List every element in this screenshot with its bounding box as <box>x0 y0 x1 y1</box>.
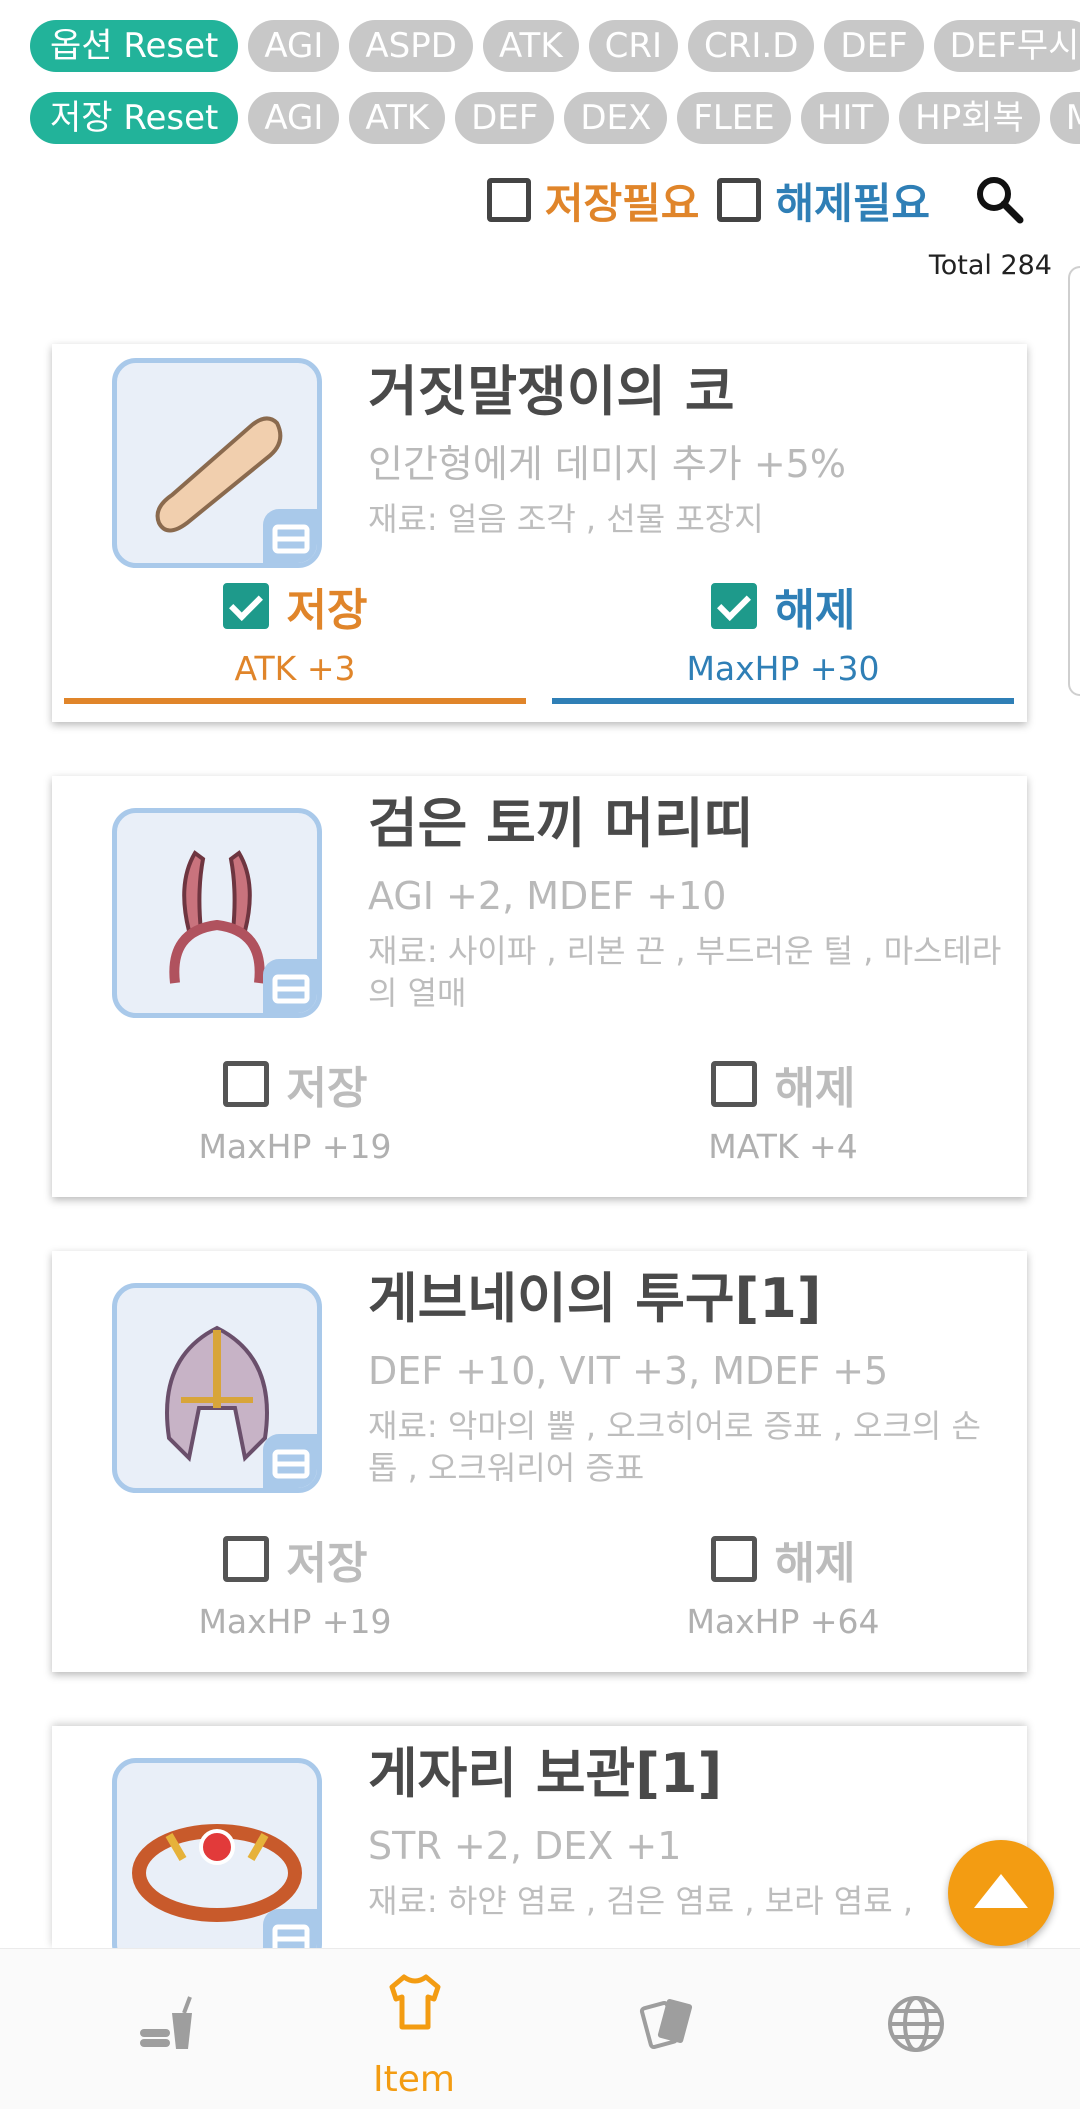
chip-atk[interactable]: ATK <box>349 92 446 144</box>
storage-icon <box>263 1909 317 1948</box>
store-checkbox[interactable] <box>222 583 269 629</box>
store-column: 저장 ATK +3 <box>64 576 526 704</box>
store-label: 저장 <box>286 1538 368 1589</box>
chip-atk[interactable]: ATK <box>482 20 579 72</box>
release-stat: MaxHP +64 <box>686 1602 880 1641</box>
release-label: 해제 <box>774 1538 856 1589</box>
store-toggle[interactable]: 저장 <box>64 1054 526 1114</box>
release-checkbox[interactable] <box>710 1536 757 1582</box>
arrow-up-icon <box>974 1874 1028 1908</box>
item-thumbnail <box>112 1758 322 1948</box>
store-stat: MaxHP +19 <box>198 1127 392 1166</box>
nav-tab-web[interactable] <box>815 1949 1015 2109</box>
item-materials: 재료: 사이파 , 리본 끈 , 부드러운 털 , 마스테라의 열매 <box>368 932 1002 1012</box>
nav-tab-item-label: Item <box>373 2059 455 2100</box>
store-label: 저장 <box>286 1063 368 1114</box>
store-stat: ATK +3 <box>234 649 356 688</box>
scrollbar[interactable] <box>1068 266 1080 696</box>
globe-icon <box>888 1996 944 2052</box>
filter-bar: 저장필요 해제필요 <box>486 170 1030 231</box>
item-materials: 재료: 얼음 조각 , 선물 포장지 <box>368 500 764 538</box>
release-label: 해제 <box>774 1063 856 1114</box>
item-materials: 재료: 악마의 뿔 , 오크히어로 증표 , 오크의 손톱 , 오크워리어 증표 <box>368 1407 981 1487</box>
nav-tab-cards[interactable] <box>566 1949 766 2109</box>
store-label: 저장 <box>286 585 368 636</box>
item-name: 게자리 보관[1] <box>368 1742 723 1805</box>
store-toggle[interactable]: 저장 <box>64 1529 526 1589</box>
release-stat: MATK +4 <box>708 1127 858 1166</box>
store-stat: MaxHP +19 <box>198 1602 392 1641</box>
storage-icon <box>263 1434 317 1488</box>
release-needed-label: 해제필요 <box>775 178 930 228</box>
chip-agi[interactable]: AGI <box>248 92 340 144</box>
release-toggle[interactable]: 해제 <box>552 576 1014 636</box>
chip-def[interactable]: DEF <box>824 20 924 72</box>
item-name: 검은 토끼 머리띠 <box>368 792 754 855</box>
release-toggle[interactable]: 해제 <box>552 1054 1014 1114</box>
nav-tab-food[interactable] <box>66 1949 266 2109</box>
shirt-icon <box>389 1974 441 2030</box>
chip-matk[interactable]: MATK <box>1049 92 1080 144</box>
chip-cri-d[interactable]: CRI.D <box>688 20 815 72</box>
store-column: 저장 MaxHP +19 <box>64 1054 526 1170</box>
item-effect: 인간형에게 데미지 추가 +5% <box>368 442 846 486</box>
release-label: 해제 <box>774 585 856 636</box>
item-effect: STR +2, DEX +1 <box>368 1824 682 1868</box>
chip-hit[interactable]: HIT <box>800 92 890 144</box>
store-filter-chips: 저장 Reset AGI ATK DEF DEX FLEE HIT HP회복 M… <box>0 90 1080 146</box>
store-toggle[interactable]: 저장 <box>64 576 526 636</box>
chip-flee[interactable]: FLEE <box>677 92 791 144</box>
release-underline <box>552 698 1014 704</box>
release-column: 해제 MaxHP +30 <box>552 576 1014 704</box>
item-thumbnail <box>112 808 322 1018</box>
store-checkbox[interactable] <box>222 1536 269 1582</box>
chip-hp-regen[interactable]: HP회복 <box>899 92 1040 144</box>
store-reset-chip[interactable]: 저장 Reset <box>30 92 239 144</box>
item-thumbnail <box>112 358 322 568</box>
item-name: 게브네이의 투구[1] <box>368 1267 822 1330</box>
item-card[interactable]: 게브네이의 투구[1] DEF +10, VIT +3, MDEF +5 재료:… <box>52 1251 1027 1672</box>
item-effect: AGI +2, MDEF +10 <box>368 874 727 918</box>
nav-tab-item[interactable]: Item <box>314 1949 514 2109</box>
chip-aspd[interactable]: ASPD <box>349 20 473 72</box>
total-count: Total 284 <box>928 250 1052 281</box>
release-needed-checkbox[interactable] <box>717 178 762 222</box>
release-column: 해제 MATK +4 <box>552 1054 1014 1170</box>
search-icon[interactable] <box>970 170 1030 230</box>
item-effect: DEF +10, VIT +3, MDEF +5 <box>368 1349 889 1393</box>
chip-agi[interactable]: AGI <box>248 20 340 72</box>
store-underline <box>64 698 526 704</box>
chip-dex[interactable]: DEX <box>564 92 668 144</box>
storage-icon <box>263 509 317 563</box>
item-card[interactable]: 게자리 보관[1] STR +2, DEX +1 재료: 하얀 염료 , 검은 … <box>52 1726 1027 1948</box>
option-reset-chip[interactable]: 옵션 Reset <box>30 20 239 72</box>
chip-def-ignore[interactable]: DEF무시 <box>933 20 1080 72</box>
store-column: 저장 MaxHP +19 <box>64 1529 526 1645</box>
store-needed-filter[interactable]: 저장필요 <box>486 170 700 231</box>
cards-icon <box>639 1998 693 2050</box>
item-materials: 재료: 하얀 염료 , 검은 염료 , 보라 염료 , <box>368 1882 914 1920</box>
release-toggle[interactable]: 해제 <box>552 1529 1014 1589</box>
store-needed-checkbox[interactable] <box>486 178 531 222</box>
item-card[interactable]: 거짓말쟁이의 코 인간형에게 데미지 추가 +5% 재료: 얼음 조각 , 선물… <box>52 344 1027 722</box>
chip-cri[interactable]: CRI <box>588 20 679 72</box>
release-stat: MaxHP +30 <box>686 649 880 688</box>
release-checkbox[interactable] <box>710 583 757 629</box>
item-thumbnail <box>112 1283 322 1493</box>
scroll-top-button[interactable] <box>948 1840 1054 1946</box>
food-icon <box>140 1996 192 2049</box>
item-card[interactable]: 검은 토끼 머리띠 AGI +2, MDEF +10 재료: 사이파 , 리본 … <box>52 776 1027 1197</box>
release-column: 해제 MaxHP +64 <box>552 1529 1014 1645</box>
chip-def[interactable]: DEF <box>455 92 555 144</box>
release-needed-filter[interactable]: 해제필요 <box>717 170 930 231</box>
item-name: 거짓말쟁이의 코 <box>368 360 735 423</box>
release-checkbox[interactable] <box>710 1061 757 1107</box>
store-checkbox[interactable] <box>222 1061 269 1107</box>
option-filter-chips: 옵션 Reset AGI ASPD ATK CRI CRI.D DEF DEF무… <box>0 18 1080 74</box>
store-needed-label: 저장필요 <box>544 178 700 228</box>
bottom-nav: Item <box>0 1948 1080 2109</box>
storage-icon <box>263 959 317 1013</box>
